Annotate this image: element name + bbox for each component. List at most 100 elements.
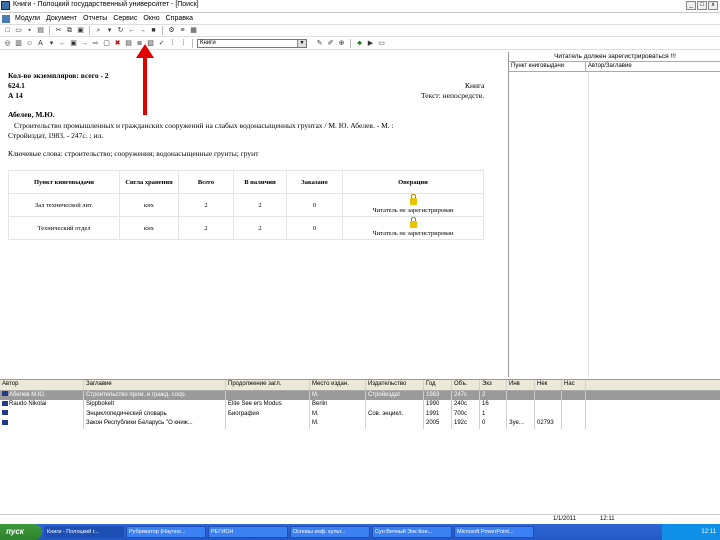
grid-cell-year: 2005 xyxy=(424,419,452,429)
grid-col-author[interactable]: Автор xyxy=(0,380,84,390)
holdings-point: Зал технической лит. xyxy=(8,193,120,217)
book-icon xyxy=(2,391,8,397)
table-row[interactable]: Закон Республики Беларусь "О книж... М. … xyxy=(0,419,720,429)
cut-icon[interactable]: ✂ xyxy=(54,26,63,35)
brush-icon[interactable]: ✐ xyxy=(326,39,335,48)
chevron-down-icon[interactable]: ▼ xyxy=(297,40,306,47)
save-icon[interactable]: ▪ xyxy=(25,26,34,35)
people-icon[interactable]: ☺ xyxy=(25,39,34,48)
mdi-child-icon[interactable] xyxy=(2,14,10,23)
start-button[interactable]: пуск xyxy=(0,524,42,540)
menu-modules[interactable]: Модули xyxy=(12,15,43,22)
holdings-col-operations: Операции xyxy=(342,170,484,194)
grid-cell-copies: 0 xyxy=(480,419,507,429)
check-icon[interactable]: ✓ xyxy=(157,39,166,48)
chart-icon[interactable]: ♣ xyxy=(355,39,364,48)
arrow-left-icon[interactable]: ← xyxy=(58,39,67,48)
menu-window[interactable]: Окно xyxy=(140,15,162,22)
grid-cell-title: Закон Республики Беларусь "О книж... xyxy=(84,419,226,429)
grid-col-nek[interactable]: Нек xyxy=(535,380,562,390)
paste-icon[interactable]: ▣ xyxy=(76,26,85,35)
grid-col-nas[interactable]: Нас xyxy=(562,380,586,390)
stop-icon[interactable]: ■ xyxy=(149,26,158,35)
list-icon[interactable]: ≡ xyxy=(178,26,187,35)
reader-not-registered[interactable]: Читатель не зарегистрирован xyxy=(373,207,454,214)
card-icon[interactable]: ▢ xyxy=(102,39,111,48)
reader-not-registered[interactable]: Читатель не зарегистрирован xyxy=(373,230,454,237)
tools-icon[interactable]: ⚙ xyxy=(167,26,176,35)
holdings-operation[interactable]: Читатель не зарегистрирован xyxy=(342,193,484,217)
separator xyxy=(162,26,163,35)
menu-reports[interactable]: Отчеты xyxy=(80,15,110,22)
back-icon[interactable]: ← xyxy=(127,26,136,35)
close-button[interactable]: x xyxy=(708,1,718,10)
book-icon xyxy=(2,410,8,416)
menu-help[interactable]: Справка xyxy=(163,15,196,22)
grid-icon[interactable]: ▦ xyxy=(189,26,198,35)
open-icon[interactable]: ▭ xyxy=(14,26,23,35)
order-col-point[interactable]: Пункт книговыдачи xyxy=(509,62,586,71)
grid-col-place[interactable]: Место издан. xyxy=(310,380,366,390)
grid-header-row: Автор Заглавие Продолжение загл. Место и… xyxy=(0,380,720,391)
print-icon[interactable]: ▤ xyxy=(36,26,45,35)
text-icon[interactable]: A xyxy=(36,39,45,48)
pencil-icon[interactable]: ✎ xyxy=(315,39,324,48)
cancel-icon[interactable]: ✖ xyxy=(113,39,122,48)
refresh-icon[interactable]: ↻ xyxy=(116,26,125,35)
task-button[interactable]: Основы инф. культ... xyxy=(290,526,370,538)
holdings-col-point: Пункт книговыдачи xyxy=(8,170,120,194)
forward-icon[interactable]: → xyxy=(138,26,147,35)
holdings-header-row: Пункт книговыдачи Сигла хранения Всего В… xyxy=(8,170,484,194)
record-keywords: Ключевые слова: строительство; сооружени… xyxy=(8,149,259,158)
order-col-author-title[interactable]: Автор/Заглавие xyxy=(586,62,720,71)
window-icon[interactable]: ▭ xyxy=(377,39,386,48)
grid-col-inv[interactable]: Инв xyxy=(507,380,535,390)
columns2-icon[interactable]: ⁞ xyxy=(179,39,188,48)
play-icon[interactable]: ▶ xyxy=(366,39,375,48)
grid-col-year[interactable]: Год xyxy=(424,380,452,390)
separator xyxy=(350,39,351,48)
filter-icon[interactable]: ▾ xyxy=(105,26,114,35)
task-button[interactable]: Рубрикатор (Научно... xyxy=(126,526,206,538)
minimize-button[interactable]: _ xyxy=(686,1,696,10)
copy-icon[interactable]: ⧉ xyxy=(65,26,74,35)
menu-bar: Модули Документ Отчеты Сервис Окно Справ… xyxy=(0,13,720,25)
chevron-down-icon[interactable]: ▾ xyxy=(47,39,56,48)
holdings-operation[interactable]: Читатель не зарегистрирован xyxy=(342,216,484,240)
maximize-button[interactable]: □ xyxy=(697,1,707,10)
arrow-right-icon[interactable]: → xyxy=(80,39,89,48)
grid-cell-title-cont xyxy=(226,390,310,400)
separator xyxy=(89,26,90,35)
grid-cell-author: Raudo Nikolai xyxy=(0,400,84,410)
table-row[interactable]: Абелев М.Ю. Строительство пром. и гражд.… xyxy=(0,390,720,400)
grid-cell-inv xyxy=(507,400,535,410)
grid-col-volume[interactable]: Объ. xyxy=(452,380,480,390)
book-open-icon[interactable]: ▥ xyxy=(14,39,23,48)
taskbar: пуск Книги - Полоцкий г... Рубрикатор (Н… xyxy=(0,524,720,540)
table-row[interactable]: Энциклопедический словарь Биография М. С… xyxy=(0,409,720,419)
task-button[interactable]: Microsoft PowerPoint... xyxy=(454,526,534,538)
grid-cell-author xyxy=(0,419,84,429)
task-button[interactable]: Сун Вечный Энк Кни... xyxy=(372,526,452,538)
export-icon[interactable]: ⇨ xyxy=(91,39,100,48)
find-icon[interactable]: ⌕ xyxy=(94,26,103,35)
task-button[interactable]: Книги - Полоцкий г... xyxy=(44,526,124,538)
table-row[interactable]: Raudo Nikolai Sippbokelt Elite See ers M… xyxy=(0,400,720,410)
grid-col-copies[interactable]: Экз xyxy=(480,380,507,390)
menu-service[interactable]: Сервис xyxy=(110,15,140,22)
calendar-icon[interactable]: ▣ xyxy=(69,39,78,48)
grid-col-title-cont[interactable]: Продолжение загл. xyxy=(226,380,310,390)
copy-doc-icon[interactable]: ▤ xyxy=(124,39,133,48)
binoculars-icon[interactable]: ◎ xyxy=(3,39,12,48)
zoom-icon[interactable]: ⊕ xyxy=(337,39,346,48)
grid-cell-place: М. xyxy=(310,390,366,400)
menu-document[interactable]: Документ xyxy=(43,15,80,22)
grid-col-publisher[interactable]: Издательство xyxy=(366,380,424,390)
task-button[interactable]: РЕГИОН xyxy=(208,526,288,538)
catalog-select[interactable]: Книги ▼ xyxy=(197,39,307,48)
window-title: Книги - Полоцкий государственный универс… xyxy=(13,1,199,8)
grid-cell-nek xyxy=(535,400,562,410)
new-icon[interactable]: □ xyxy=(3,26,12,35)
grid-col-title[interactable]: Заглавие xyxy=(84,380,226,390)
columns-icon[interactable]: ⁞ xyxy=(168,39,177,48)
